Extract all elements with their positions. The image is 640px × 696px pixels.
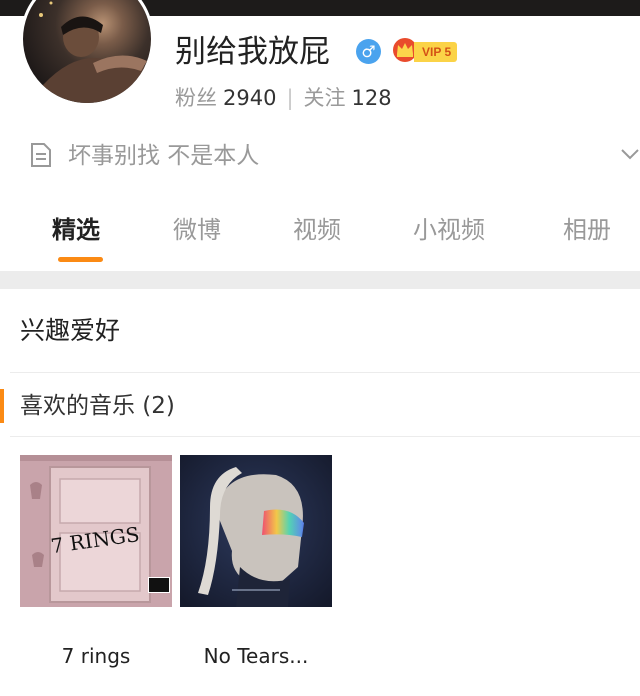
vip-level-badge[interactable]: VIP 5 — [414, 42, 458, 62]
avatar[interactable] — [20, 0, 154, 106]
following-count[interactable]: 128 — [352, 86, 392, 110]
profile-stats: 粉丝 2940 | 关注 128 — [175, 84, 392, 112]
profile-name: 别给我放屁 — [175, 34, 330, 70]
album-title[interactable]: 7 rings — [6, 643, 186, 669]
following-label: 关注 — [303, 86, 346, 110]
gender-male-icon: ♂ — [356, 39, 381, 64]
profile-bio: 坏事别找 不是本人 — [68, 143, 260, 169]
music-section-title[interactable]: 喜欢的音乐 (2) — [20, 389, 175, 423]
tab-featured[interactable]: 精选 — [52, 210, 100, 250]
chevron-down-icon[interactable] — [621, 148, 639, 160]
album-cover[interactable]: 7 RINGS — [20, 455, 172, 607]
divider — [10, 372, 640, 373]
active-tab-indicator — [58, 257, 103, 262]
music-section-marker — [0, 389, 4, 423]
album-title[interactable]: No Tears... — [166, 643, 346, 669]
tab-short-video[interactable]: 小视频 — [413, 210, 485, 250]
section-separator — [0, 271, 640, 289]
followers-label: 粉丝 — [175, 86, 217, 110]
divider — [10, 436, 640, 437]
tab-weibo[interactable]: 微博 — [173, 210, 221, 250]
stats-divider: | — [286, 86, 294, 110]
profile-tabs: 精选 微博 视频 小视频 相册 — [0, 210, 640, 250]
tab-album[interactable]: 相册 — [563, 210, 611, 250]
followers-count[interactable]: 2940 — [223, 86, 276, 110]
document-icon — [31, 143, 51, 167]
tab-video[interactable]: 视频 — [293, 210, 341, 250]
section-title: 兴趣爱好 — [20, 316, 121, 345]
album-cover[interactable] — [180, 455, 332, 607]
